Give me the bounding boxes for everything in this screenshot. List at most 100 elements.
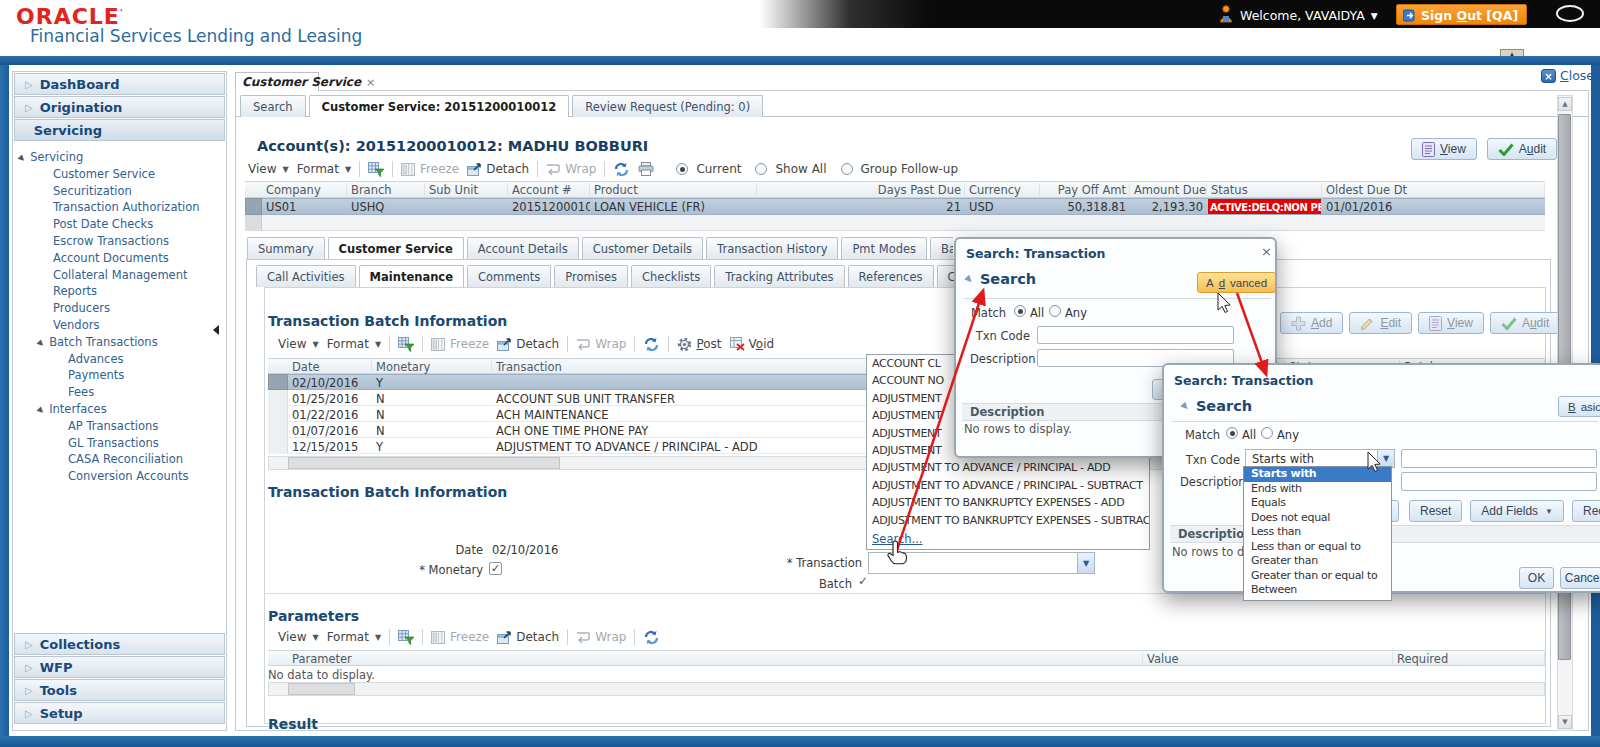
ok-button[interactable]: OK xyxy=(1519,567,1554,589)
column-header-days-past-due[interactable]: Days Past Due xyxy=(757,181,965,199)
sidebar-item-servicing[interactable]: ▶Servicing xyxy=(19,150,83,164)
reset-button[interactable]: Reset xyxy=(1409,500,1462,522)
scrollbar-up-icon[interactable]: ▲ xyxy=(1558,97,1572,111)
row-selector-cell[interactable] xyxy=(245,198,262,215)
refresh-icon[interactable] xyxy=(643,630,660,645)
horizontal-scrollbar-thumb[interactable] xyxy=(288,683,355,695)
combo-dropdown-icon[interactable]: ▼ xyxy=(1077,553,1094,573)
sidebar-accordion-tools[interactable]: ▷Tools xyxy=(14,679,225,701)
sidebar-item-gl-transactions[interactable]: GL Transactions xyxy=(68,436,159,450)
toolbar-detach-button[interactable]: Detach xyxy=(497,630,559,644)
reorder-button[interactable]: Reorder xyxy=(1572,500,1600,522)
sidebar-item-securitization[interactable]: Securitization xyxy=(53,184,132,198)
operator-item[interactable]: Less than xyxy=(1244,525,1391,540)
tab-promises[interactable]: Promises xyxy=(554,265,628,287)
popup2-txncode-input[interactable] xyxy=(1401,449,1597,468)
dropdown-item[interactable]: ADJUSTMENT TO BANKRUPTCY EXPENSES - ADD xyxy=(867,494,1149,511)
column-header-company[interactable]: Company xyxy=(262,181,347,199)
tab-customer-service-20151200010012[interactable]: Customer Service: 20151200010012 xyxy=(309,95,570,117)
tree-expanded-icon[interactable]: ▶ xyxy=(17,153,28,164)
toolbar-wrap-button[interactable]: Wrap xyxy=(576,630,626,644)
toolbar-detach-button[interactable]: Detach xyxy=(497,337,559,351)
dropdown-item[interactable]: ADJUSTMENT TO ADVANCE / PRINCIPAL - SUBT… xyxy=(867,477,1149,494)
batch-checkmark[interactable]: ✓ xyxy=(858,574,868,588)
column-header-status[interactable]: Status xyxy=(1207,181,1322,199)
column-header-oldest-due-dt[interactable]: Oldest Due Dt xyxy=(1322,181,1545,199)
horizontal-scrollbar[interactable] xyxy=(268,682,1545,696)
popup2-description-input[interactable] xyxy=(1401,472,1597,491)
operator-dropdown-icon[interactable]: ▼ xyxy=(1377,450,1394,467)
tab-comments[interactable]: Comments xyxy=(467,265,551,287)
sidebar-accordion-collections[interactable]: ▷Collections xyxy=(14,633,225,655)
tab-review-request-pending-0-[interactable]: Review Request (Pending: 0) xyxy=(572,95,763,117)
refresh-icon[interactable] xyxy=(613,162,630,177)
advanced-button[interactable]: Advanced xyxy=(1197,272,1276,293)
column-header-sub-unit[interactable]: Sub Unit xyxy=(425,181,508,199)
row-selector-cell[interactable] xyxy=(268,438,288,454)
sidebar-item-collateral-management[interactable]: Collateral Management xyxy=(53,268,187,282)
sidebar-item-reports[interactable]: Reports xyxy=(53,284,97,298)
column-header-parameter[interactable]: Parameter xyxy=(288,650,1143,668)
tab-summary[interactable]: Summary xyxy=(247,237,325,259)
view-txn-button[interactable]: View xyxy=(1418,312,1484,334)
query-by-example-icon[interactable] xyxy=(398,337,414,352)
operator-item[interactable]: Less than or equal to xyxy=(1244,540,1391,555)
tab-search[interactable]: Search xyxy=(240,95,306,117)
popup1-close-icon[interactable]: × xyxy=(1261,244,1272,259)
operator-item[interactable]: Starts with xyxy=(1244,467,1391,482)
sidebar-item-fees[interactable]: Fees xyxy=(68,385,94,399)
toolbar-wrap-button[interactable]: Wrap xyxy=(576,337,626,351)
row-selector-cell[interactable] xyxy=(268,390,288,406)
operator-item[interactable]: Greater than or equal to xyxy=(1244,569,1391,584)
tab-tracking-attributes[interactable]: Tracking Attributes xyxy=(714,265,844,287)
sidebar-collapse-handle[interactable] xyxy=(213,325,219,335)
toolbar-detach-button[interactable]: Detach xyxy=(467,162,529,176)
add-fields-button[interactable]: Add Fields▼ xyxy=(1470,500,1564,522)
sidebar-item-interfaces[interactable]: ▶Interfaces xyxy=(38,402,107,416)
sidebar-item-batch-transactions[interactable]: ▶Batch Transactions xyxy=(38,335,158,349)
sidebar-item-escrow-transactions[interactable]: Escrow Transactions xyxy=(53,234,169,248)
sign-out-button[interactable]: Sign Out [QA] xyxy=(1396,4,1527,25)
tab-customer-service[interactable]: Customer Service xyxy=(328,237,464,259)
close-button[interactable]: ×Close xyxy=(1541,68,1594,83)
column-header-required[interactable]: Required xyxy=(1393,650,1545,668)
sidebar-accordion-dashboard[interactable]: ▷DashBoard xyxy=(14,73,225,95)
toolbar-format-menu[interactable]: Format▼ xyxy=(327,337,381,351)
disclosure-icon2[interactable]: ▶ xyxy=(1179,400,1191,412)
edit-txn-button[interactable]: Edit xyxy=(1349,312,1412,334)
tab-call-activities[interactable]: Call Activities xyxy=(256,265,356,287)
column-header-currency[interactable]: Currency xyxy=(965,181,1040,199)
popup2-match-any-radio[interactable] xyxy=(1261,427,1273,439)
tab-references[interactable]: References xyxy=(848,265,934,287)
window-tab-close-icon[interactable]: × xyxy=(366,76,375,89)
sidebar-item-transaction-authorization[interactable]: Transaction Authorization xyxy=(53,200,199,214)
void-button[interactable]: Void xyxy=(730,337,775,351)
sidebar-accordion-origination[interactable]: ▷Origination xyxy=(14,96,225,118)
sidebar-item-casa-reconciliation[interactable]: CASA Reconciliation xyxy=(68,452,183,466)
query-by-example-icon[interactable] xyxy=(368,162,384,177)
radio-show-all[interactable] xyxy=(755,163,767,175)
sidebar-item-account-documents[interactable]: Account Documents xyxy=(53,251,169,265)
tree-expanded-icon[interactable]: ▶ xyxy=(36,405,47,416)
sidebar-item-post-date-checks[interactable]: Post Date Checks xyxy=(53,217,153,231)
column-header-amount-due[interactable]: Amount Due xyxy=(1130,181,1207,199)
sidebar-item-advances[interactable]: Advances xyxy=(68,352,124,366)
column-header-branch[interactable]: Branch xyxy=(347,181,425,199)
row-selector-cell[interactable] xyxy=(268,374,288,390)
audit-button[interactable]: Audit xyxy=(1487,138,1557,160)
add-txn-button[interactable]: Add xyxy=(1280,312,1343,334)
toolbar-format-menu[interactable]: Format▼ xyxy=(327,630,381,644)
transaction-combo[interactable]: ▼ xyxy=(868,552,1095,574)
view-button[interactable]: View xyxy=(1411,138,1477,160)
tab-bankruptcy[interactable]: Bankruptcy xyxy=(930,237,953,259)
toolbar-view-menu[interactable]: View▼ xyxy=(278,337,319,351)
sidebar-item-customer-service[interactable]: Customer Service xyxy=(53,167,155,181)
row-selector-cell[interactable] xyxy=(268,422,288,438)
popup1-match-all-radio[interactable] xyxy=(1014,305,1026,317)
dropdown-search-link[interactable]: Search... xyxy=(867,529,1149,546)
operator-item[interactable]: Equals xyxy=(1244,496,1391,511)
disclosure-icon[interactable]: ▶ xyxy=(963,273,975,285)
operator-item[interactable]: Not between xyxy=(1244,598,1391,602)
sidebar-item-producers[interactable]: Producers xyxy=(53,301,110,315)
column-header-product[interactable]: Product xyxy=(590,181,757,199)
